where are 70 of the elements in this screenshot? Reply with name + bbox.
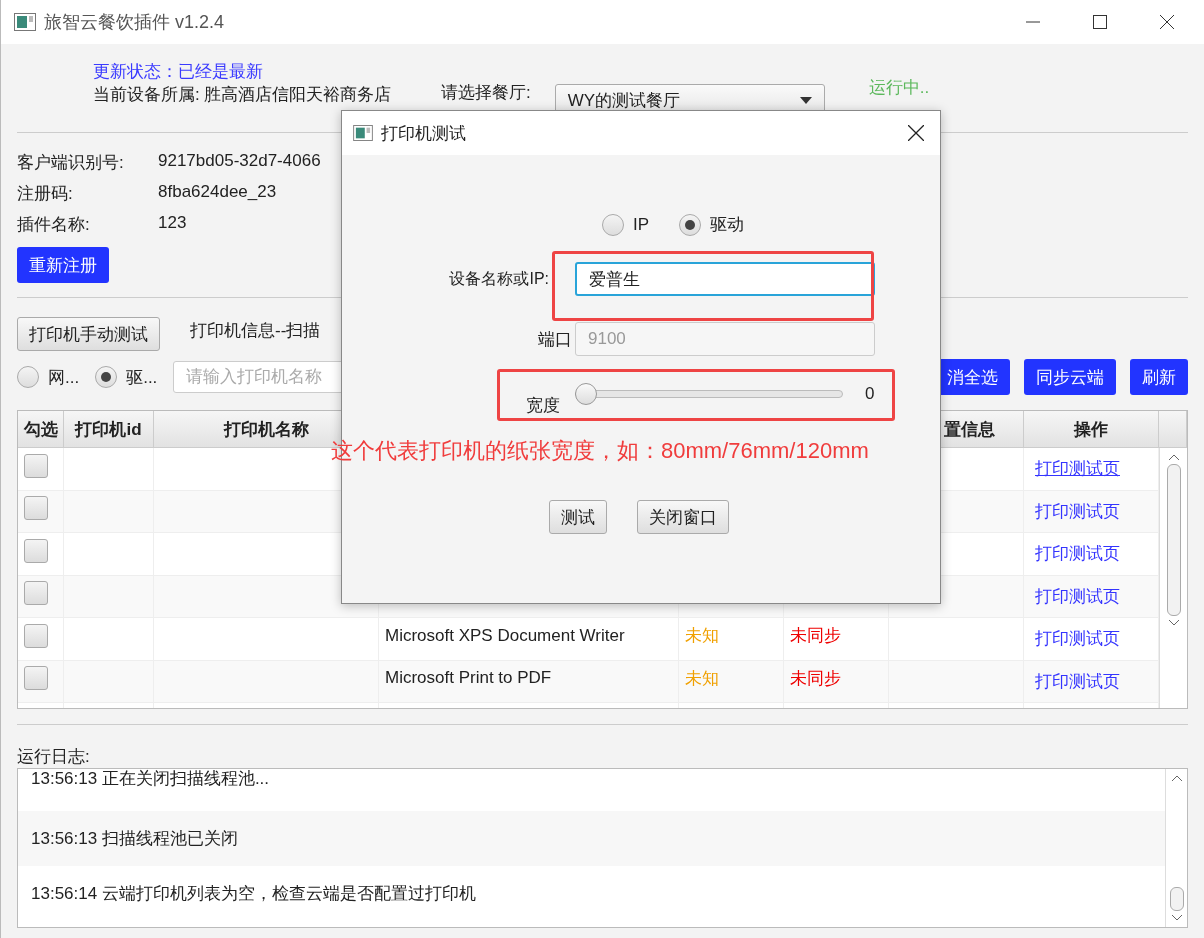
- print-test-page-link[interactable]: 打印测试页: [1035, 627, 1120, 651]
- info-label: 客户端识别号:: [17, 152, 125, 174]
- print-test-page-link[interactable]: 打印测试页: [1035, 669, 1120, 693]
- printer-status: 未知: [685, 625, 719, 648]
- log-scrollbar[interactable]: [1165, 769, 1187, 927]
- column-header[interactable]: 勾选: [23, 417, 58, 441]
- port-label: 端口: [537, 328, 572, 351]
- dialog-title: 打印机测试: [381, 122, 466, 145]
- connection-radio[interactable]: 驱动: [679, 213, 745, 236]
- width-reading: 0: [865, 384, 875, 404]
- printer-info-label: 打印机信息--扫描: [190, 319, 321, 342]
- toolbar-button[interactable]: 同步云端: [1024, 359, 1116, 395]
- device-name-field[interactable]: 爱普生: [575, 262, 875, 296]
- close-icon[interactable]: [1160, 15, 1174, 29]
- maximize-icon[interactable]: [1093, 15, 1107, 29]
- scroll-up-icon[interactable]: [1168, 454, 1179, 460]
- mode-radio[interactable]: 网...: [17, 365, 80, 389]
- toolbar-button[interactable]: 刷新: [1130, 359, 1188, 395]
- window-title: 旅智云餐饮插件 v1.2.4: [44, 11, 225, 34]
- row-checkbox[interactable]: [24, 666, 48, 691]
- dropdown-caret-icon: [799, 96, 812, 104]
- log-entry: 13:56:13 扫描线程池已关闭: [31, 828, 238, 850]
- info-value: 123: [158, 213, 187, 234]
- row-checkbox[interactable]: [24, 538, 48, 563]
- reregister-button[interactable]: 重新注册: [17, 247, 109, 283]
- mode-radio[interactable]: 驱...: [95, 365, 158, 389]
- width-slider[interactable]: [575, 383, 843, 405]
- dialog-button[interactable]: 测试: [549, 500, 607, 534]
- connection-radio[interactable]: IP: [601, 213, 650, 236]
- scrollbar-thumb[interactable]: [1166, 464, 1181, 616]
- column-header[interactable]: 打印机名称: [223, 417, 309, 441]
- row-checkbox[interactable]: [24, 496, 48, 521]
- printer-name: Microsoft XPS Document Writer: [385, 625, 625, 646]
- log-entry: 13:56:14 云端打印机列表为空，检查云端是否配置过打印机: [31, 883, 476, 905]
- info-label: 注册码:: [17, 183, 74, 205]
- scroll-up-icon[interactable]: [1171, 775, 1182, 781]
- update-status: 更新状态：已经是最新: [93, 61, 264, 83]
- column-header[interactable]: 打印机id: [75, 417, 142, 441]
- run-status: 运行中..: [868, 76, 930, 99]
- log-entry: 13:56:13 正在关闭扫描线程池...: [31, 768, 270, 790]
- scroll-down-icon[interactable]: [1168, 620, 1179, 626]
- column-header[interactable]: 置信息: [944, 417, 995, 441]
- sync-status: 未同步: [790, 667, 841, 690]
- row-checkbox[interactable]: [24, 453, 48, 478]
- row-checkbox[interactable]: [24, 623, 48, 648]
- app-icon: [353, 125, 373, 141]
- column-header[interactable]: 操作: [1074, 417, 1108, 441]
- close-icon[interactable]: [908, 125, 924, 141]
- row-checkbox[interactable]: [24, 581, 48, 606]
- printer-name: Microsoft Print to PDF: [385, 668, 552, 689]
- info-value: 8fba624dee_23: [158, 182, 277, 203]
- printer-status: 未知: [685, 667, 719, 690]
- print-test-page-link[interactable]: 打印测试页: [1035, 542, 1120, 566]
- slider-thumb[interactable]: [575, 383, 597, 405]
- device-name-label: 设备名称或IP:: [448, 268, 549, 289]
- info-label: 插件名称:: [17, 214, 91, 236]
- sync-status: 未同步: [790, 625, 841, 648]
- print-test-page-link[interactable]: 打印测试页: [1035, 584, 1120, 608]
- restaurant-label: 请选择餐厅:: [441, 82, 531, 104]
- dialog-button[interactable]: 关闭窗口: [637, 500, 729, 534]
- manual-test-button[interactable]: 打印机手动测试: [17, 317, 160, 351]
- scrollbar-thumb[interactable]: [1169, 887, 1184, 911]
- log-label: 运行日志:: [17, 746, 91, 768]
- info-value: 9217bd05-32d7-4066: [158, 151, 321, 172]
- device-owner: 当前设备所属: 胜高酒店信阳天裕商务店: [93, 84, 393, 106]
- width-label: 宽度: [525, 394, 560, 417]
- print-test-page-link[interactable]: 打印测试页: [1035, 499, 1120, 523]
- print-test-page-link[interactable]: 打印测试页: [1035, 457, 1120, 481]
- scroll-down-icon[interactable]: [1171, 915, 1182, 921]
- app-icon: [14, 13, 36, 31]
